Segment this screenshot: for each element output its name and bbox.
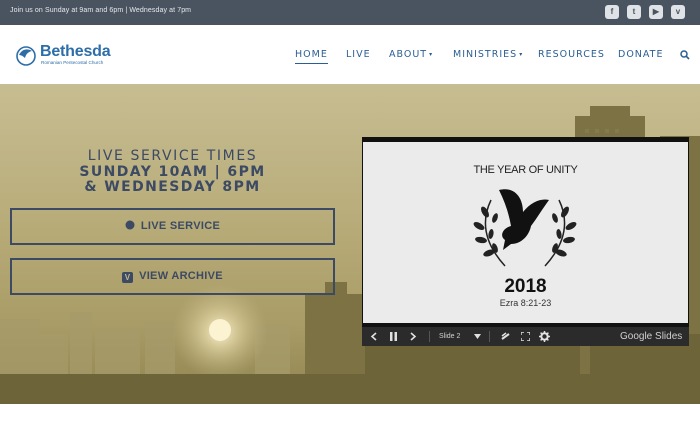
chevron-down-icon: ▾ <box>429 51 434 58</box>
view-archive-label: VIEW ARCHIVE <box>139 270 223 282</box>
control-divider <box>489 331 490 342</box>
facebook-icon[interactable]: f <box>605 5 619 19</box>
hero-heading: LIVE SERVICE TIMES <box>87 148 258 164</box>
chevron-down-icon: ▾ <box>519 51 524 58</box>
slides-control-bar: Slide 2 Google Slides <box>362 327 689 346</box>
dove-logo-icon[interactable] <box>15 44 37 66</box>
pause-icon[interactable] <box>389 332 398 341</box>
nav-about-label: ABOUT <box>389 49 428 60</box>
live-service-label: LIVE SERVICE <box>140 220 221 232</box>
view-archive-button[interactable]: V VIEW ARCHIVE <box>10 258 335 295</box>
search-icon[interactable] <box>680 50 690 60</box>
live-service-button[interactable]: LIVE SERVICE <box>10 208 335 245</box>
nav-about[interactable]: ABOUT ▾ <box>389 49 433 60</box>
nav-ministries-label: MINISTRIES <box>453 49 518 60</box>
twitter-icon[interactable]: t <box>627 5 641 19</box>
service-announcement: Join us on Sunday at 9am and 6pm | Wedne… <box>10 7 192 14</box>
youtube-icon[interactable]: ▶ <box>649 5 663 19</box>
church-subtitle: Romanian Pentecostal Church <box>41 60 104 65</box>
nav-resources-label: RESOURCES <box>538 49 605 60</box>
dove-wreath-icon <box>473 189 577 267</box>
slides-embed[interactable]: THE YEAR OF UNITY 2018 Ezra 8:21-23 Slid… <box>362 137 689 346</box>
nav-ministries[interactable]: MINISTRIES ▾ <box>453 49 523 60</box>
vimeo-icon[interactable]: v <box>671 5 685 19</box>
nav-live-label: LIVE <box>346 49 371 60</box>
fullscreen-icon[interactable] <box>521 332 530 341</box>
hero-wednesday-times: & WEDNESDAY 8PM <box>84 179 261 195</box>
slide-title: THE YEAR OF UNITY <box>473 164 578 176</box>
page-content-below <box>0 404 700 425</box>
nav-home-label: HOME <box>295 49 328 60</box>
link-icon[interactable] <box>501 332 510 341</box>
top-bar: Join us on Sunday at 9am and 6pm | Wedne… <box>0 0 700 25</box>
control-divider <box>429 331 430 342</box>
slide-canvas: THE YEAR OF UNITY 2018 Ezra 8:21-23 <box>363 142 688 323</box>
slide-selector[interactable]: Slide 2 <box>439 327 460 346</box>
vimeo-icon: V <box>122 272 134 283</box>
nav-donate-label: DONATE <box>618 49 664 60</box>
nav-donate[interactable]: DONATE <box>618 49 663 60</box>
chevron-down-icon[interactable] <box>474 334 481 339</box>
nav-home[interactable]: HOME <box>295 49 328 64</box>
main-navigation: Bethesda Romanian Pentecostal Church HOM… <box>0 25 700 84</box>
gear-icon[interactable] <box>539 331 550 342</box>
previous-slide-icon[interactable] <box>370 332 378 341</box>
nav-resources[interactable]: RESOURCES <box>538 49 605 60</box>
next-slide-icon[interactable] <box>409 332 417 341</box>
google-slides-logo[interactable]: Google Slides <box>620 327 682 346</box>
slide-reference: Ezra 8:21-23 <box>499 298 552 308</box>
nav-live[interactable]: LIVE <box>346 49 371 60</box>
slide-year: 2018 <box>504 276 547 297</box>
live-dot-icon <box>125 220 135 230</box>
church-name[interactable]: Bethesda <box>40 43 111 61</box>
hero-sunday-times: SUNDAY 10AM | 6PM <box>79 164 266 180</box>
